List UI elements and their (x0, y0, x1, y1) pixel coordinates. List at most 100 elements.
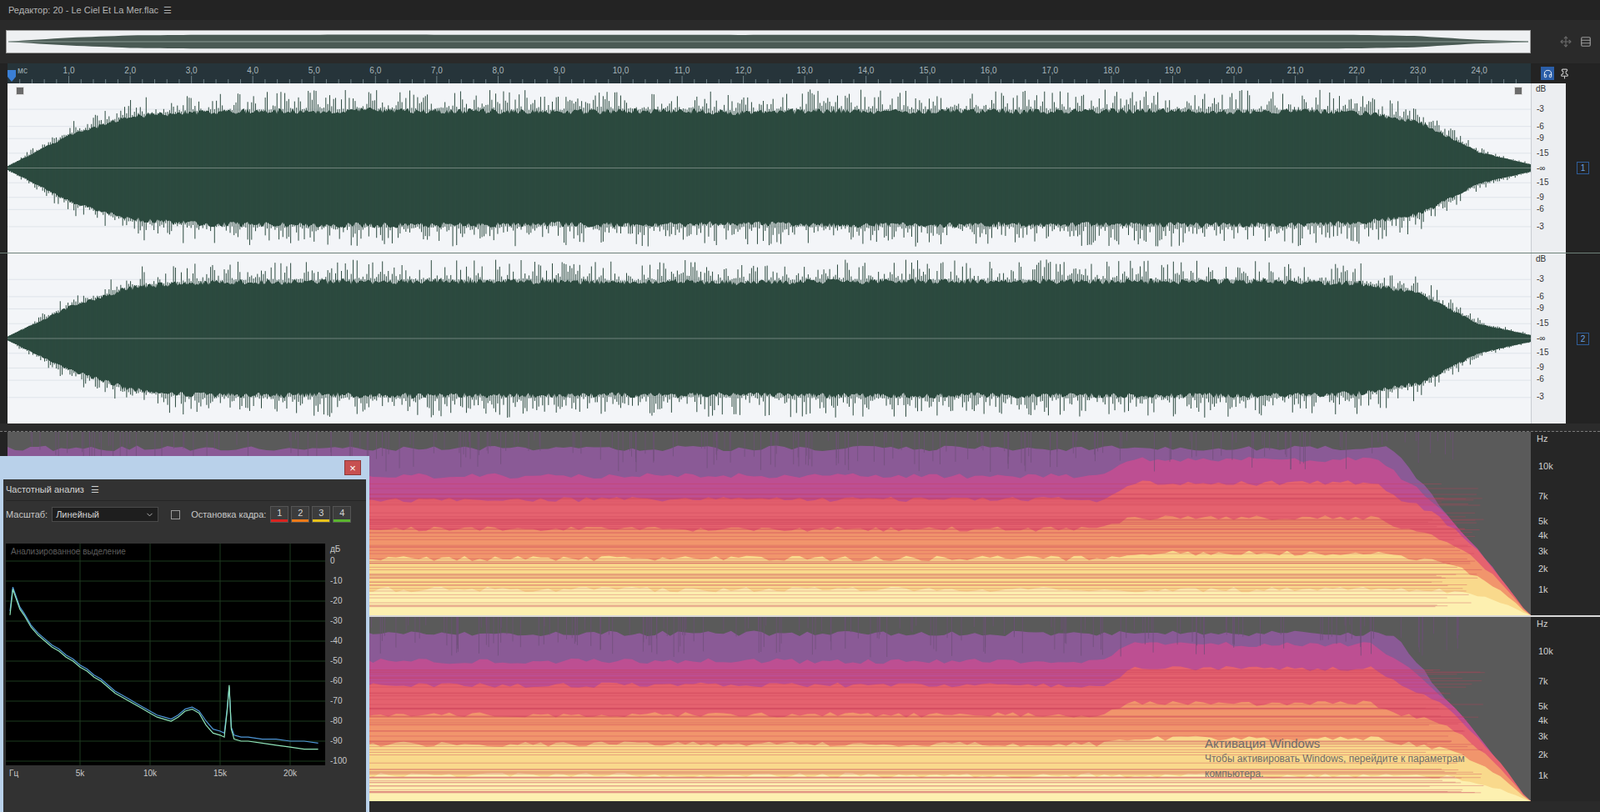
overview-waveform (8, 32, 1529, 51)
panel-divider[interactable] (0, 423, 1600, 432)
db-tick-label: -3 (1536, 221, 1545, 232)
ruler-tick-label: 19,0 (1164, 65, 1182, 76)
ruler-unit-label: мс (17, 65, 28, 76)
ruler-tick-label: 13,0 (796, 65, 813, 76)
chart-title: Анализированное выделение (10, 546, 126, 557)
overview-bar (0, 20, 1600, 64)
db-tick-label: -3 (1536, 104, 1545, 115)
title-bar: Редактор: 20 - Le Ciel Et La Mer.flac☰ (0, 0, 1600, 21)
move-icon[interactable] (1559, 35, 1572, 48)
rows-icon[interactable] (1579, 35, 1592, 48)
db-tick-label: -15 (1536, 318, 1549, 329)
playhead-marker[interactable] (7, 70, 16, 82)
hz-tick-label: 5k (1538, 701, 1549, 713)
hz-tick-label: 7k (1538, 676, 1549, 688)
db-scale: dB-3-6-9-15-∞-15-9-6-3 (1530, 253, 1566, 424)
spectrum-plot[interactable]: Анализированное выделение (5, 543, 326, 766)
db-tick-label: -3 (1536, 391, 1545, 402)
ruler-tick-label: 5,0 (308, 65, 321, 76)
ruler-scale[interactable]: мс1,02,03,04,05,06,07,08,09,010,011,012,… (7, 63, 1531, 84)
spectrum-chart: Анализированное выделениедБ0-10-20-30-40… (5, 543, 367, 766)
freeze-color-bar (270, 519, 288, 522)
channel-strip: 1 (1565, 83, 1600, 253)
hz-axis: Гц5k10k15k20k (5, 765, 326, 781)
close-button[interactable]: × (344, 460, 362, 476)
freeze-button[interactable]: 1 (270, 506, 289, 523)
ruler-tick-label: 9,0 (553, 65, 566, 76)
overview-strip[interactable] (5, 30, 1531, 54)
overlay-toggle-icon[interactable] (170, 510, 181, 520)
db-tick-label: -15 (1536, 148, 1549, 159)
hz-scale: Hz10k7k5k4k3k2k1k (1530, 616, 1600, 802)
window-title-bar[interactable]: × (3, 456, 367, 480)
db-tick-label: -9 (1536, 133, 1545, 144)
hz-tick-label: 3k (1538, 546, 1549, 557)
channel-badge[interactable]: 2 (1576, 332, 1590, 346)
waveform-channel: dB-3-6-9-15-∞-15-9-6-31 (0, 83, 1600, 254)
freeze-color-bar (291, 519, 309, 522)
hz-tick-label: 4k (1538, 530, 1549, 542)
channel-strip: 2 (1565, 253, 1600, 424)
freeze-color-bar (333, 519, 351, 522)
time-ruler: мс1,02,03,04,05,06,07,08,09,010,011,012,… (0, 63, 1600, 84)
ruler-tick-label: 15,0 (919, 65, 937, 76)
db-axis-tick: -60 (330, 676, 342, 687)
ruler-tick-label: 16,0 (980, 65, 998, 76)
db-axis-tick: -80 (330, 716, 342, 727)
db-axis-unit: дБ (330, 544, 341, 555)
frequency-analysis-window[interactable]: ×Частотный анализ☰Масштаб:ЛинейныйОстано… (0, 456, 370, 812)
db-axis-tick: -90 (330, 736, 342, 747)
spectrum-series (10, 589, 319, 750)
waveform-channel: dB-3-6-9-15-∞-15-9-6-32 (0, 253, 1600, 424)
ruler-tick-label: 8,0 (491, 65, 504, 76)
panel-menu-button[interactable]: ☰ (163, 3, 172, 18)
pin-icon[interactable] (1559, 68, 1570, 80)
ruler-tick-label: 23,0 (1409, 65, 1427, 76)
db-scale: dB-3-6-9-15-∞-15-9-6-3 (1530, 83, 1566, 253)
db-axis-tick: -100 (330, 756, 347, 767)
db-tick-label: -9 (1536, 192, 1545, 203)
audio-editor: Редактор: 20 - Le Ciel Et La Mer.flac☰ мс… (0, 0, 1600, 812)
db-unit-label: dB (1535, 254, 1546, 265)
ruler-tick-label: 22,0 (1348, 65, 1365, 76)
waveform-panel: dB-3-6-9-15-∞-15-9-6-31dB-3-6-9-15-∞-15-… (0, 83, 1600, 424)
scale-select[interactable]: Линейный (51, 506, 159, 523)
hz-tick-label: 5k (1538, 516, 1549, 527)
hz-tick-label: 1k (1538, 770, 1549, 782)
db-axis: дБ0-10-20-30-40-50-60-70-80-90-100 (325, 543, 362, 766)
freeze-button[interactable]: 3 (311, 506, 331, 523)
channel-badge[interactable]: 1 (1576, 161, 1590, 175)
db-axis-tick: -10 (330, 576, 342, 587)
db-axis-tick: -30 (330, 616, 342, 627)
db-tick-label: -∞ (1536, 163, 1545, 174)
freeze-button[interactable]: 2 (290, 506, 310, 523)
db-tick-label: -15 (1536, 177, 1549, 188)
ruler-tick-label: 20,0 (1225, 65, 1243, 76)
waveform[interactable] (7, 253, 1531, 424)
db-tick-label: -3 (1536, 274, 1545, 285)
monitor-button[interactable] (1540, 66, 1555, 81)
panel-menu-button[interactable]: ☰ (90, 482, 100, 497)
hz-tick-label: 1k (1538, 584, 1549, 596)
activation-watermark: Активация WindowsЧтобы активировать Wind… (1204, 737, 1465, 781)
hz-tick-label: 4k (1538, 715, 1549, 727)
waveform-area[interactable] (7, 83, 1531, 253)
fade-out-handle[interactable] (1514, 86, 1523, 96)
ruler-tick-label: 12,0 (735, 65, 753, 76)
watermark-line: Активация Windows (1204, 737, 1465, 751)
hz-axis-tick: 10k (143, 768, 157, 779)
waveform-area[interactable] (7, 253, 1531, 424)
panel-header: Частотный анализ☰ (5, 479, 367, 502)
hz-axis-tick: 5k (75, 768, 86, 779)
fade-in-handle[interactable] (15, 86, 25, 96)
hz-axis-tick: 20k (283, 768, 297, 779)
freeze-button[interactable]: 4 (332, 506, 352, 523)
waveform[interactable] (7, 83, 1531, 253)
hz-tick-label: 10k (1538, 646, 1554, 658)
ruler-tick-label: 4,0 (246, 65, 259, 76)
db-tick-label: -∞ (1536, 333, 1545, 344)
hz-tick-label: 10k (1538, 461, 1554, 472)
ruler-tick-label: 21,0 (1287, 65, 1305, 76)
ruler-tick-label: 2,0 (124, 65, 136, 76)
ruler-tick-label: 7,0 (431, 65, 443, 76)
